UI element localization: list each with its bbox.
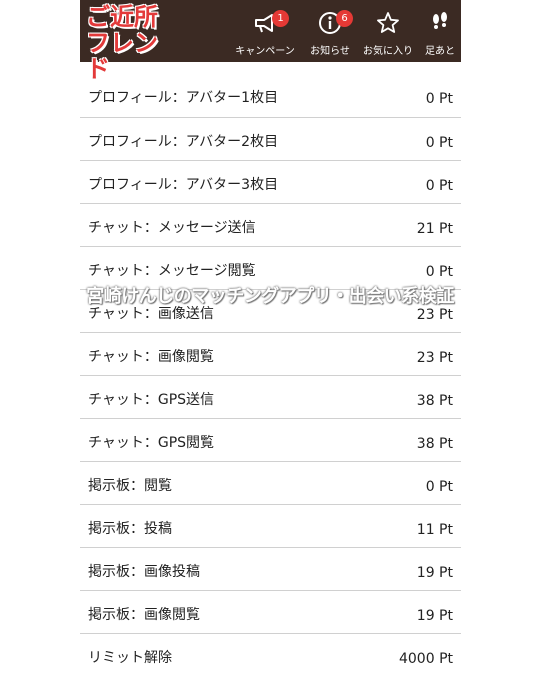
star-icon [377, 12, 399, 33]
item-points: 19 Pt [416, 565, 453, 581]
list-item: チャット：GPS送信 38 Pt [80, 375, 461, 418]
nav-news[interactable]: 6 お知らせ [304, 0, 356, 62]
item-label: チャット：GPS送信 [88, 392, 215, 408]
item-points: 21 Pt [416, 221, 453, 237]
item-label: 掲示板：画像閲覧 [88, 607, 200, 623]
item-label: 掲示板：投稿 [88, 521, 172, 537]
list-item: チャット：画像閲覧 23 Pt [80, 332, 461, 375]
list-item: チャット：メッセージ送信 21 Pt [80, 203, 461, 246]
item-label: チャット：メッセージ閲覧 [88, 263, 256, 279]
item-points: 0 Pt [425, 264, 453, 280]
item-label: リミット解除 [88, 650, 172, 666]
nav-footprints-label: 足あと [425, 46, 455, 57]
item-points: 0 Pt [425, 178, 453, 194]
app-screen: ご近所 フレンド 1 キャンペーン 6 お知らせ お気に入り 足あと プロフィー… [80, 0, 461, 675]
item-label: チャット：画像送信 [88, 306, 214, 322]
nav-footprints[interactable]: 足あと [420, 0, 460, 62]
list-item: チャット：メッセージ閲覧 0 Pt [80, 246, 461, 289]
list-item: チャット：GPS閲覧 38 Pt [80, 418, 461, 461]
item-points: 0 Pt [425, 135, 453, 151]
nav-favorites[interactable]: お気に入り [360, 0, 416, 62]
item-points: 38 Pt [416, 436, 453, 452]
list-item: 掲示板：画像投稿 19 Pt [80, 547, 461, 590]
list-item: チャット：画像送信 23 Pt [80, 289, 461, 332]
item-points: 4000 Pt [398, 651, 453, 667]
app-logo[interactable]: ご近所 フレンド [86, 3, 166, 82]
list-item: リミット解除 4000 Pt [80, 633, 461, 675]
item-label: プロフィール：アバター2枚目 [88, 134, 279, 150]
item-points: 0 Pt [425, 91, 453, 107]
nav-campaign-label: キャンペーン [235, 46, 295, 57]
list-item: プロフィール：アバター1枚目 0 Pt [80, 62, 461, 117]
header-bar: ご近所 フレンド 1 キャンペーン 6 お知らせ お気に入り 足あと [80, 0, 461, 82]
list-item: プロフィール：アバター3枚目 0 Pt [80, 160, 461, 203]
list-item: 掲示板：閲覧 0 Pt [80, 461, 461, 504]
nav-campaign[interactable]: 1 キャンペーン [232, 0, 298, 62]
item-points: 11 Pt [416, 522, 453, 538]
item-label: プロフィール：アバター1枚目 [88, 90, 279, 106]
item-points: 0 Pt [425, 479, 453, 495]
news-badge: 6 [336, 10, 353, 27]
item-label: 掲示板：閲覧 [88, 478, 172, 494]
nav-news-label: お知らせ [310, 46, 350, 57]
logo-line-1: ご近所 [86, 3, 158, 31]
item-label: 掲示板：画像投稿 [88, 564, 200, 580]
item-points: 38 Pt [416, 393, 453, 409]
list-item: プロフィール：アバター2枚目 0 Pt [80, 117, 461, 160]
points-list: プロフィール：アバター1枚目 0 Pt プロフィール：アバター2枚目 0 Pt … [80, 62, 461, 675]
list-item: 掲示板：画像閲覧 19 Pt [80, 590, 461, 633]
item-points: 19 Pt [416, 608, 453, 624]
item-label: チャット：GPS閲覧 [88, 435, 215, 451]
list-item: 掲示板：投稿 11 Pt [80, 504, 461, 547]
campaign-badge: 1 [272, 10, 289, 27]
nav-favorites-label: お気に入り [363, 46, 413, 57]
item-label: チャット：画像閲覧 [88, 349, 214, 365]
item-points: 23 Pt [416, 307, 453, 323]
item-label: チャット：メッセージ送信 [88, 220, 256, 236]
item-label: プロフィール：アバター3枚目 [88, 177, 279, 193]
item-points: 23 Pt [416, 350, 453, 366]
footprints-icon [433, 12, 447, 29]
